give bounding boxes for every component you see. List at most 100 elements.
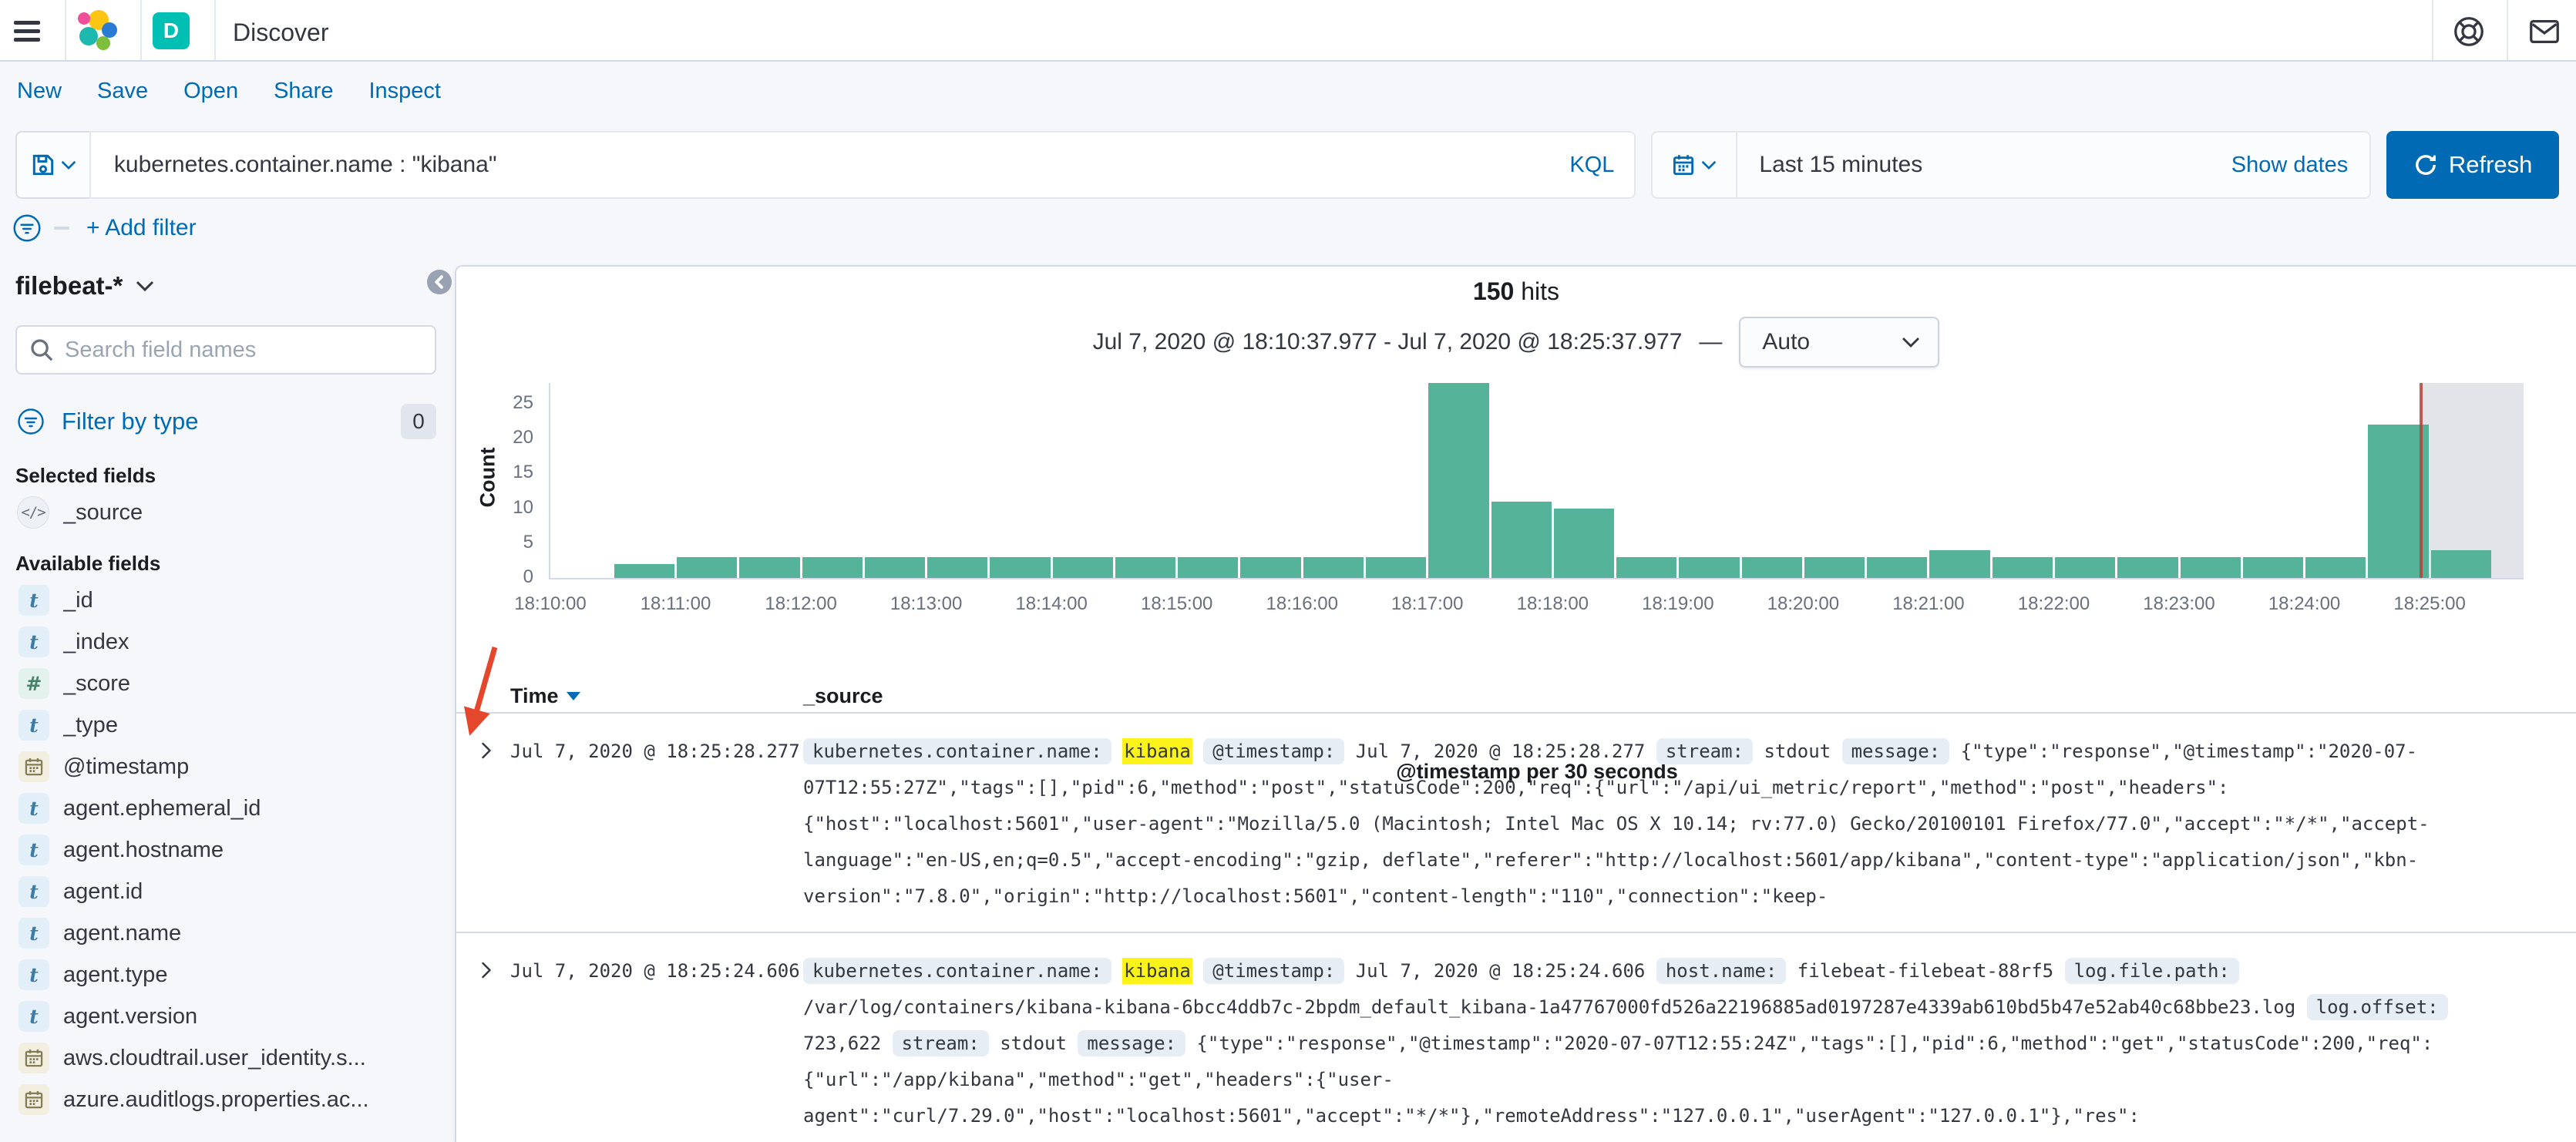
field-search-input[interactable]	[65, 337, 422, 363]
row-time: Jul 7, 2020 @ 18:25:28.277	[510, 741, 800, 762]
sidebar-collapse-button[interactable]	[427, 270, 452, 294]
newsfeed-mail-icon[interactable]	[2527, 14, 2562, 49]
field-item[interactable]: t agent.id	[15, 871, 436, 912]
histogram-bar[interactable]	[1428, 383, 1489, 578]
histogram-bar[interactable]	[1115, 556, 1176, 578]
field-item[interactable]: t agent.ephemeral_id	[15, 788, 436, 829]
date-quick-select-button[interactable]	[1653, 133, 1738, 197]
histogram-bar[interactable]	[2117, 556, 2178, 578]
histogram-bar[interactable]	[2242, 556, 2304, 578]
query-input[interactable]	[90, 152, 1550, 178]
histogram-bar[interactable]	[739, 556, 800, 578]
histogram-bar[interactable]	[1804, 556, 1865, 578]
field-type-string-icon: t	[18, 835, 49, 865]
toolbar-link-save[interactable]: Save	[97, 79, 148, 104]
hamburger-menu-icon[interactable]	[14, 15, 48, 46]
histogram-bar[interactable]	[990, 556, 1051, 578]
app-badge[interactable]: D	[153, 12, 190, 49]
show-dates-button[interactable]: Show dates	[2231, 153, 2370, 178]
calendar-icon	[1673, 155, 1694, 176]
discover-page: D Discover New Save Open Share Inspect k…	[0, 0, 2576, 1142]
x-axis-tick-label: 18:11:00	[640, 593, 711, 614]
histogram-bar[interactable]	[2430, 549, 2491, 578]
help-icon[interactable]	[2451, 14, 2487, 49]
x-axis-line	[549, 578, 2524, 579]
histogram-bar[interactable]	[927, 556, 988, 578]
y-axis-line	[549, 383, 550, 578]
x-axis-tick-label: 18:18:00	[1516, 593, 1589, 614]
field-item[interactable]: t agent.name	[15, 912, 436, 954]
elastic-logo[interactable]	[76, 9, 119, 56]
available-fields-list: t _id t _index # _score t _type @timestamp t agent…	[15, 579, 436, 1120]
field-item[interactable]: # _score	[15, 663, 436, 704]
histogram-bar[interactable]	[1616, 556, 1677, 578]
histogram-bar[interactable]	[802, 556, 863, 578]
histogram-bar[interactable]	[677, 556, 738, 578]
range-separator: —	[1699, 329, 1723, 354]
histogram-bar[interactable]	[1867, 556, 1928, 578]
histogram-bar[interactable]	[1992, 556, 2053, 578]
histogram-bar[interactable]	[2180, 556, 2241, 578]
filters-icon[interactable]	[11, 212, 43, 244]
field-type-date-icon	[18, 751, 49, 782]
histogram-bar[interactable]	[1303, 556, 1364, 578]
histogram-bar[interactable]	[2305, 556, 2366, 578]
histogram-bar[interactable]	[1240, 556, 1301, 578]
field-item[interactable]: @timestamp	[15, 746, 436, 788]
histogram-bar[interactable]	[864, 556, 926, 578]
field-item[interactable]: t agent.hostname	[15, 829, 436, 871]
field-item-source[interactable]: </> _source	[15, 492, 436, 533]
histogram-bar[interactable]	[1178, 556, 1239, 578]
field-label-badge: kubernetes.container.name:	[803, 958, 1111, 984]
toolbar-link-inspect[interactable]: Inspect	[368, 79, 441, 104]
x-axis-tick-label: 18:12:00	[765, 593, 837, 614]
field-item[interactable]: azure.auditlogs.properties.ac...	[15, 1079, 436, 1120]
saved-query-button[interactable]	[15, 131, 89, 199]
refresh-button[interactable]: Refresh	[2386, 131, 2559, 199]
expand-row-button[interactable]	[473, 958, 499, 984]
time-column-header[interactable]: Time	[510, 684, 803, 708]
histogram-bar[interactable]	[1052, 556, 1113, 578]
y-axis-tick-label: 25	[513, 392, 533, 414]
field-item[interactable]: t _type	[15, 704, 436, 746]
y-axis-tick-label: 15	[513, 462, 533, 483]
histogram-bar[interactable]	[1929, 549, 1990, 578]
chevron-left-icon	[435, 275, 443, 289]
histogram-bar[interactable]	[1553, 508, 1615, 578]
histogram-bar[interactable]	[614, 563, 675, 578]
histogram-bar[interactable]	[1741, 556, 1802, 578]
discover-toolbar: New Save Open Share Inspect	[17, 79, 441, 104]
histogram-bar[interactable]	[1491, 501, 1552, 578]
documents-table: Time _source Jul 7, 2020 @ 18:25:28.277 k…	[456, 680, 2576, 1142]
field-type-string-icon: t	[18, 710, 49, 741]
field-label-badge: host.name:	[1656, 958, 1787, 984]
field-item[interactable]: t agent.type	[15, 954, 436, 996]
filter-by-type-button[interactable]: Filter by type 0	[15, 399, 436, 444]
histogram-bar[interactable]	[2054, 556, 2116, 578]
time-range-value[interactable]: Last 15 minutes	[1737, 152, 2231, 178]
field-item[interactable]: aws.cloudtrail.user_identity.s...	[15, 1037, 436, 1079]
x-axis-tick-label: 18:24:00	[2268, 593, 2341, 614]
x-axis-tick-label: 18:22:00	[2017, 593, 2090, 614]
add-filter-button[interactable]: + Add filter	[86, 215, 197, 241]
expand-row-button[interactable]	[473, 738, 499, 764]
toolbar-link-new[interactable]: New	[17, 79, 62, 104]
histogram-bar[interactable]	[1679, 556, 1740, 578]
filter-bar: + Add filter	[11, 210, 197, 247]
field-search	[15, 325, 436, 375]
field-label-badge: log.file.path:	[2064, 958, 2239, 984]
field-item[interactable]: t _index	[15, 621, 436, 663]
expand-cell	[473, 953, 510, 1136]
field-item[interactable]: t agent.version	[15, 996, 436, 1037]
toolbar-link-share[interactable]: Share	[274, 79, 333, 104]
page-title: Discover	[233, 18, 329, 46]
index-pattern-switcher[interactable]: filebeat-*	[15, 271, 155, 301]
field-item[interactable]: t _id	[15, 579, 436, 621]
field-name: _index	[63, 629, 129, 654]
query-input-wrap: KQL	[89, 131, 1636, 199]
histogram-bar[interactable]	[1366, 556, 1427, 578]
toolbar-link-open[interactable]: Open	[183, 79, 238, 104]
kql-language-button[interactable]: KQL	[1549, 153, 1634, 178]
field-type-date-icon	[18, 1084, 49, 1115]
interval-select[interactable]: Auto	[1739, 317, 1940, 368]
